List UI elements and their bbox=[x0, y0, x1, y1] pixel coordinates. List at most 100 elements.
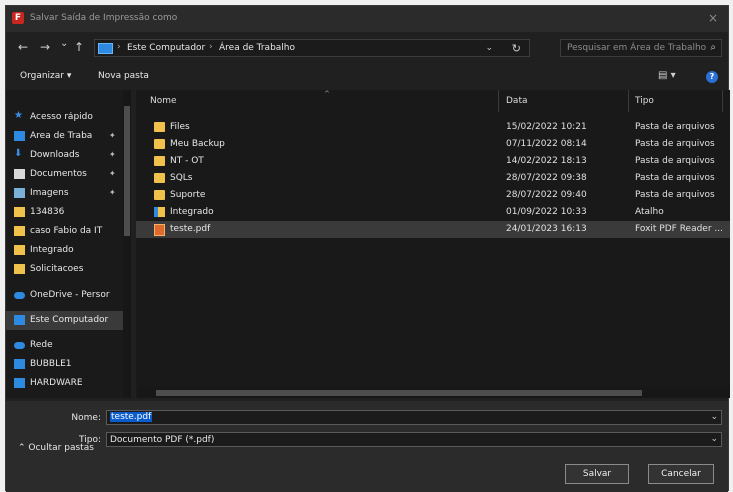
refresh-icon[interactable]: ↻ bbox=[512, 42, 521, 55]
save-dialog: F Salvar Saída de Impressão como × ← → ⌄… bbox=[5, 5, 730, 492]
close-icon[interactable]: × bbox=[708, 11, 718, 25]
file-date: 15/02/2022 10:21 bbox=[506, 122, 587, 132]
pin-icon[interactable]: ✦ bbox=[109, 150, 116, 159]
sidebar-item[interactable]: BUBBLE1 bbox=[6, 355, 128, 374]
folder-icon bbox=[154, 156, 165, 166]
file-date: 01/09/2022 10:33 bbox=[506, 207, 587, 217]
organize-button[interactable]: Organizar ▾ bbox=[20, 71, 71, 81]
hide-folders-button[interactable]: ⌃ Ocultar pastas bbox=[18, 443, 94, 453]
sidebar-item[interactable]: Rede bbox=[6, 336, 128, 355]
sort-ascending-icon: ^ bbox=[324, 90, 330, 98]
view-options-icon[interactable]: ▤ ▾ bbox=[658, 70, 676, 81]
folder-icon bbox=[14, 226, 25, 236]
file-list: ^ Nome Data Tipo Files 15/02/2022 10:21 Pa… bbox=[136, 90, 730, 398]
breadcrumb-separator-icon: › bbox=[117, 42, 121, 52]
up-arrow-icon[interactable]: ↑ bbox=[74, 40, 84, 54]
file-date: 14/02/2022 18:13 bbox=[506, 156, 587, 166]
file-row[interactable]: Suporte 28/07/2022 09:40 Pasta de arquivos bbox=[136, 187, 730, 204]
address-row: ← → ⌄ ↑ › Este Computador › Área de Trab… bbox=[6, 34, 728, 62]
sidebar-item[interactable]: ★ Acesso rápido bbox=[6, 108, 128, 127]
download-icon: ⬇ bbox=[14, 148, 23, 159]
sidebar-item[interactable]: OneDrive - Persor bbox=[6, 286, 128, 305]
chevron-down-icon[interactable]: ⌄ bbox=[710, 412, 718, 422]
forward-arrow-icon[interactable]: → bbox=[40, 40, 50, 54]
save-button[interactable]: Salvar bbox=[565, 464, 629, 484]
breadcrumb-area-de-trabalho[interactable]: Área de Trabalho bbox=[219, 43, 295, 53]
chevron-down-icon[interactable]: ⌄ bbox=[710, 434, 718, 444]
folder-icon bbox=[154, 122, 165, 132]
file-date: 28/07/2022 09:38 bbox=[506, 173, 587, 183]
new-folder-button[interactable]: Nova pasta bbox=[98, 71, 149, 81]
file-name-value[interactable]: teste.pdf bbox=[110, 412, 153, 422]
help-icon[interactable]: ? bbox=[706, 71, 718, 83]
file-row[interactable]: teste.pdf 24/01/2023 16:13 Foxit PDF Reade… bbox=[136, 221, 730, 238]
sidebar-item[interactable]: caso Fabio da IT bbox=[6, 222, 128, 241]
shortcut-folder-icon bbox=[154, 207, 165, 217]
search-placeholder: Pesquisar em Área de Trabalho bbox=[567, 43, 707, 53]
chevron-down-icon[interactable]: ⌄ bbox=[485, 43, 493, 53]
sidebar-item[interactable]: Solicitacoes bbox=[6, 260, 128, 279]
file-date: 28/07/2022 09:40 bbox=[506, 190, 587, 200]
sidebar-item-label: HARDWARE bbox=[30, 378, 83, 388]
file-row[interactable]: Meu Backup 07/11/2022 08:14 Pasta de arqui… bbox=[136, 136, 730, 153]
sidebar-item[interactable]: Integrado bbox=[6, 241, 128, 260]
column-header-type[interactable]: Tipo bbox=[635, 96, 654, 106]
pin-icon[interactable]: ✦ bbox=[109, 169, 116, 178]
pin-icon[interactable]: ✦ bbox=[109, 131, 116, 140]
sidebar-item[interactable]: Este Computador bbox=[6, 311, 128, 330]
file-name-field[interactable]: teste.pdf ⌄ bbox=[106, 410, 722, 425]
column-divider[interactable] bbox=[722, 90, 723, 112]
command-bar: Organizar ▾ Nova pasta ▤ ▾ ? bbox=[6, 66, 728, 88]
sidebar-scroll-thumb[interactable] bbox=[124, 106, 130, 236]
network-icon bbox=[14, 342, 25, 349]
folder-icon bbox=[14, 207, 25, 217]
cloud-icon bbox=[14, 292, 25, 299]
file-name: Integrado bbox=[170, 207, 214, 217]
pin-icon[interactable]: ✦ bbox=[109, 188, 116, 197]
sidebar-item-label: Área de Traba bbox=[30, 131, 93, 141]
file-type: Pasta de arquivos bbox=[635, 156, 715, 166]
file-row[interactable]: Files 15/02/2022 10:21 Pasta de arquivos bbox=[136, 119, 730, 136]
sidebar-item[interactable]: 134836 bbox=[6, 203, 128, 222]
sidebar-item[interactable]: HARDWARE bbox=[6, 374, 128, 393]
file-type: Pasta de arquivos bbox=[635, 190, 715, 200]
computer-icon bbox=[14, 359, 25, 369]
sidebar-item-label: Imagens bbox=[30, 188, 69, 198]
horizontal-scrollbar[interactable] bbox=[138, 387, 730, 398]
file-row[interactable]: Integrado 01/09/2022 10:33 Atalho bbox=[136, 204, 730, 221]
sidebar-item[interactable]: Área de Traba ✦ bbox=[6, 127, 128, 146]
cancel-button[interactable]: Cancelar bbox=[648, 464, 714, 484]
file-name: teste.pdf bbox=[170, 224, 211, 234]
file-type: Pasta de arquivos bbox=[635, 139, 715, 149]
desktop-icon bbox=[14, 131, 25, 141]
file-name: Files bbox=[170, 122, 190, 132]
breadcrumb-este-computador[interactable]: Este Computador bbox=[127, 43, 205, 53]
sidebar-item[interactable]: Documentos ✦ bbox=[6, 165, 128, 184]
breadcrumb-separator-icon: › bbox=[209, 42, 213, 52]
sidebar-item-label: caso Fabio da IT bbox=[30, 226, 103, 236]
back-arrow-icon[interactable]: ← bbox=[18, 40, 28, 54]
sidebar-item-label: 134836 bbox=[30, 207, 65, 217]
search-icon[interactable]: ⌕ bbox=[710, 42, 716, 53]
sidebar-item[interactable]: ⬇ Downloads ✦ bbox=[6, 146, 128, 165]
file-row[interactable]: NT - OT 14/02/2022 18:13 Pasta de arquivos bbox=[136, 153, 730, 170]
column-header-name[interactable]: Nome bbox=[150, 96, 177, 106]
recent-locations-icon[interactable]: ⌄ bbox=[60, 38, 68, 49]
sidebar-item[interactable]: Imagens ✦ bbox=[6, 184, 128, 203]
horizontal-scroll-thumb[interactable] bbox=[156, 390, 642, 396]
folder-icon bbox=[14, 264, 25, 274]
address-bar[interactable]: › Este Computador › Área de Trabalho ⌄ ↻ bbox=[94, 39, 530, 57]
document-icon bbox=[14, 169, 25, 179]
file-row[interactable]: SQLs 28/07/2022 09:38 Pasta de arquivos bbox=[136, 170, 730, 187]
pdf-file-icon bbox=[154, 224, 165, 236]
search-input[interactable]: Pesquisar em Área de Trabalho ⌕ bbox=[560, 39, 722, 57]
column-header-date[interactable]: Data bbox=[506, 96, 528, 106]
file-type-select[interactable]: Documento PDF (*.pdf) ⌄ bbox=[106, 432, 722, 447]
column-divider[interactable] bbox=[498, 90, 499, 112]
sidebar-item-label: Acesso rápido bbox=[30, 112, 93, 122]
folder-icon bbox=[14, 245, 25, 255]
column-divider[interactable] bbox=[628, 90, 629, 112]
file-type: Atalho bbox=[635, 207, 664, 217]
sidebar-item-label: Este Computador bbox=[30, 315, 109, 325]
title-bar[interactable]: F Salvar Saída de Impressão como × bbox=[6, 6, 728, 32]
